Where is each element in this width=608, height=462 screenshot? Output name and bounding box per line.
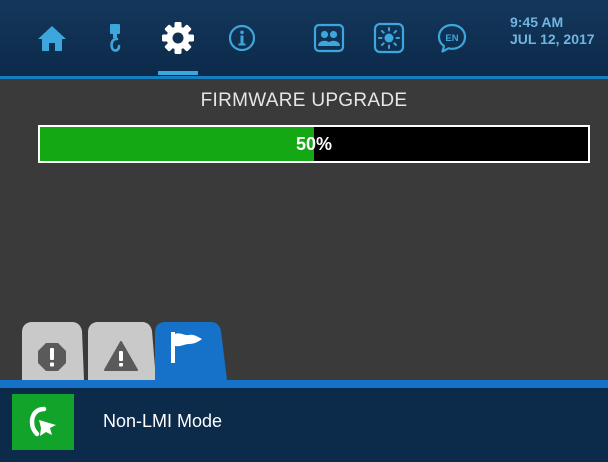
octagon-exclamation-icon: [38, 343, 66, 371]
mode-status-bar: Non-LMI Mode: [0, 388, 608, 462]
nav-load-indicator[interactable]: [95, 18, 135, 58]
date-readout: JUL 12, 2017: [510, 31, 595, 47]
nav-users[interactable]: [309, 18, 349, 58]
tab-stop-alarms[interactable]: [22, 322, 84, 380]
tab-flags[interactable]: [155, 322, 227, 380]
bypass-arrow-icon: [29, 406, 56, 437]
flag-icon: [171, 332, 202, 363]
progress-label: 50%: [295, 133, 333, 154]
time-readout: 9:45 AM: [510, 14, 564, 30]
users-icon: [313, 23, 345, 53]
language-code: EN: [445, 33, 458, 44]
mode-toggle-button[interactable]: [12, 394, 74, 450]
nav-brightness[interactable]: [369, 18, 409, 58]
mode-label: Non-LMI Mode: [103, 411, 223, 431]
nav-language[interactable]: EN: [432, 18, 472, 58]
language-icon: EN: [437, 23, 467, 53]
clock: 9:45 AM JUL 12, 2017: [510, 14, 595, 48]
hook-icon: [110, 24, 121, 52]
topbar-divider: [0, 76, 608, 79]
tab-warnings[interactable]: [88, 322, 156, 380]
firmware-title: FIRMWARE UPGRADE: [200, 90, 408, 111]
nav-info[interactable]: [222, 18, 262, 58]
triangle-exclamation-icon: [104, 341, 138, 371]
active-tab-indicator: [158, 71, 198, 75]
nav-home[interactable]: [32, 18, 72, 58]
gear-icon: [162, 22, 194, 54]
nav-settings[interactable]: [158, 18, 198, 58]
firmware-progress-bar: 50%: [38, 125, 590, 163]
top-nav-bar: EN 9:45 AM JUL 12, 2017: [0, 0, 608, 76]
tabs-divider: [0, 380, 608, 388]
home-icon: [38, 26, 66, 51]
brightness-icon: [373, 22, 405, 54]
info-icon: [228, 24, 256, 52]
